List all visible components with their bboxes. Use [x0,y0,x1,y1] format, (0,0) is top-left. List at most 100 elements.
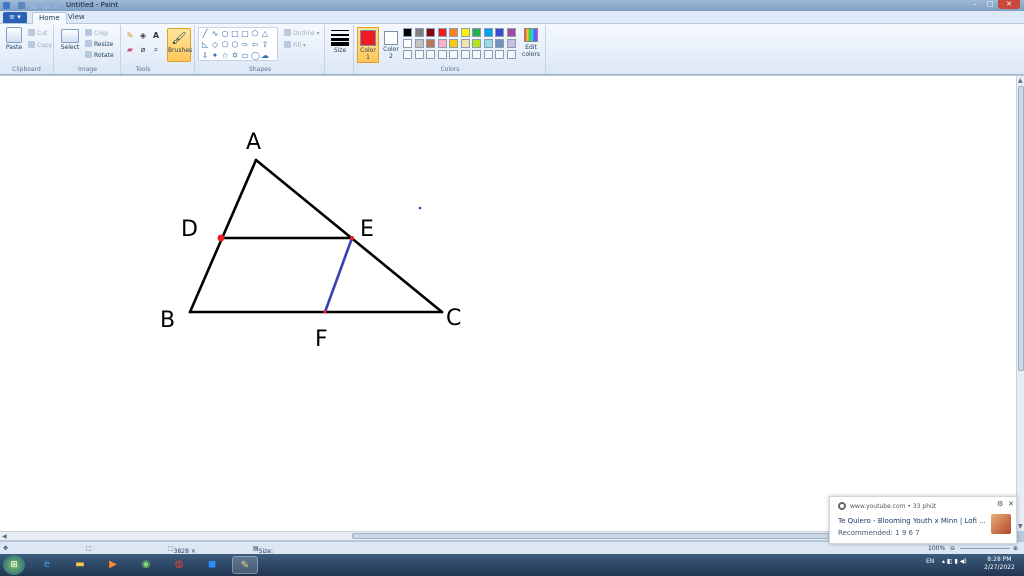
minimize-button[interactable]: – [968,0,982,9]
shapes-gallery[interactable]: ╱ ∿ ○ □ ▢ ⬠ △ ◺ ◇ ⬠ ⬡ ⇨ ⇦ ⇧ ⇩ ✦ ☆ ✡ ▭ ◯ … [198,27,278,61]
palette-swatch[interactable] [506,28,516,37]
drawing-canvas[interactable]: A D E B C F [0,76,1016,531]
cut-button[interactable]: Cut [28,29,47,37]
tab-view[interactable]: View [62,12,91,24]
diamond-shape-icon[interactable]: ◇ [211,41,219,49]
palette-swatch[interactable] [449,39,458,48]
size-button[interactable]: Size [330,28,350,54]
color1-button[interactable]: Color 1 [357,27,379,63]
resize-button[interactable]: Resize [85,40,113,48]
color-picker-icon[interactable]: ⌀ [138,45,148,55]
palette-swatch[interactable] [414,28,424,37]
file-menu-button[interactable]: ≡ ▾ [3,12,27,23]
palette-swatch[interactable] [426,28,435,37]
ie-icon[interactable]: e [34,556,60,574]
media-player-icon[interactable]: ▶ [100,556,126,574]
paint-taskbar-icon[interactable]: ✎ [232,556,258,574]
zoom-slider[interactable] [960,548,1010,549]
scroll-left-icon[interactable]: ◀ [2,533,7,540]
palette-swatch[interactable] [506,39,516,48]
text-tool-icon[interactable]: A [151,31,161,41]
palette-swatch[interactable] [483,39,493,48]
magnifier-icon[interactable]: ⌕ [151,45,161,55]
redo-icon[interactable] [42,2,49,9]
palette-swatch[interactable] [414,39,424,48]
line-shape-icon[interactable]: ╱ [201,30,209,38]
save-icon[interactable] [18,2,25,9]
notification-toast[interactable]: www.youtube.com • 33 phút ⚙ ✕ Te Quiero … [829,496,1017,544]
right-triangle-shape-icon[interactable]: ◺ [201,41,209,49]
copy-button[interactable]: Copy [28,41,52,49]
right-arrow-shape-icon[interactable]: ⇨ [241,41,249,49]
palette-empty-swatch[interactable] [495,50,504,59]
palette-swatch[interactable] [403,28,412,37]
polygon-shape-icon[interactable]: ⬠ [251,30,259,38]
callout-oval-shape-icon[interactable]: ◯ [251,52,260,60]
notification-settings-icon[interactable]: ⚙ [997,500,1003,508]
quick-access-dropdown-icon[interactable] [53,2,58,9]
oval-shape-icon[interactable]: ○ [221,30,229,38]
curve-shape-icon[interactable]: ∿ [211,30,219,38]
palette-empty-swatch[interactable] [403,50,412,59]
palette-swatch[interactable] [460,28,470,37]
color2-button[interactable]: Color 2 [381,27,401,60]
undo-icon[interactable] [30,2,37,9]
six-point-star-shape-icon[interactable]: ✡ [231,52,239,60]
palette-empty-swatch[interactable] [506,50,516,59]
palette-empty-swatch[interactable] [449,50,458,59]
palette-swatch[interactable] [437,28,447,37]
rectangle-shape-icon[interactable]: □ [231,30,239,38]
notification-close-icon[interactable]: ✕ [1008,500,1014,508]
palette-swatch[interactable] [403,39,412,48]
vertical-scroll-thumb[interactable] [1018,86,1024,371]
crop-button[interactable]: Crop [85,29,108,37]
scroll-up-icon[interactable]: ▲ [1018,77,1023,84]
pencil-icon[interactable]: ✎ [125,31,135,41]
palette-swatch[interactable] [483,28,493,37]
chrome-taskbar-icon[interactable]: ◍ [166,556,192,574]
rotate-button[interactable]: Rotate [85,51,114,59]
rounded-rect-shape-icon[interactable]: ▢ [241,30,249,38]
five-point-star-shape-icon[interactable]: ☆ [221,52,229,60]
four-point-star-shape-icon[interactable]: ✦ [211,52,219,60]
zoom-in-icon[interactable]: ⊕ [1013,545,1018,552]
select-button[interactable]: Select [59,29,81,51]
vertical-scrollbar[interactable]: ▲ ▼ [1016,76,1024,531]
fill-bucket-icon[interactable]: ◈ [138,31,148,41]
scroll-down-icon[interactable]: ▼ [1018,523,1023,530]
palette-empty-swatch[interactable] [472,50,481,59]
palette-empty-swatch[interactable] [426,50,435,59]
palette-empty-swatch[interactable] [437,50,447,59]
palette-swatch[interactable] [495,28,504,37]
tray-icons[interactable]: ▴ ◧ ▮ ◀) [942,558,967,565]
close-button[interactable]: ✕ [998,0,1020,9]
palette-swatch[interactable] [449,28,458,37]
triangle-shape-icon[interactable]: △ [261,30,269,38]
palette-empty-swatch[interactable] [483,50,493,59]
zalo-icon[interactable]: ◼ [199,556,225,574]
palette-swatch[interactable] [426,39,435,48]
fill-button[interactable]: Fill ▾ [284,41,306,49]
left-arrow-shape-icon[interactable]: ⇦ [251,41,259,49]
palette-swatch[interactable] [495,39,504,48]
palette-swatch[interactable] [472,39,481,48]
edit-colors-button[interactable]: Edit colors [519,28,543,58]
down-arrow-shape-icon[interactable]: ⇩ [201,52,209,60]
eraser-icon[interactable]: ▰ [125,45,135,55]
zoom-out-icon[interactable]: ⊖ [950,545,955,552]
app-icon[interactable]: ◉ [133,556,159,574]
clock[interactable]: 8:28 PM 2/27/2022 [984,556,1015,572]
maximize-button[interactable]: □ [983,0,997,9]
language-indicator[interactable]: EN [926,558,934,565]
paint-app-icon[interactable] [3,2,10,9]
palette-swatch[interactable] [437,39,447,48]
pentagon-shape-icon[interactable]: ⬠ [221,41,229,49]
up-arrow-shape-icon[interactable]: ⇧ [261,41,269,49]
explorer-icon[interactable]: ▬ [67,556,93,574]
callout-cloud-shape-icon[interactable]: ☁ [261,52,269,60]
callout-rect-shape-icon[interactable]: ▭ [241,52,249,60]
horizontal-scroll-thumb[interactable] [352,533,842,539]
palette-swatch[interactable] [472,28,481,37]
paste-button[interactable]: Paste [4,27,24,51]
palette-swatch[interactable] [460,39,470,48]
